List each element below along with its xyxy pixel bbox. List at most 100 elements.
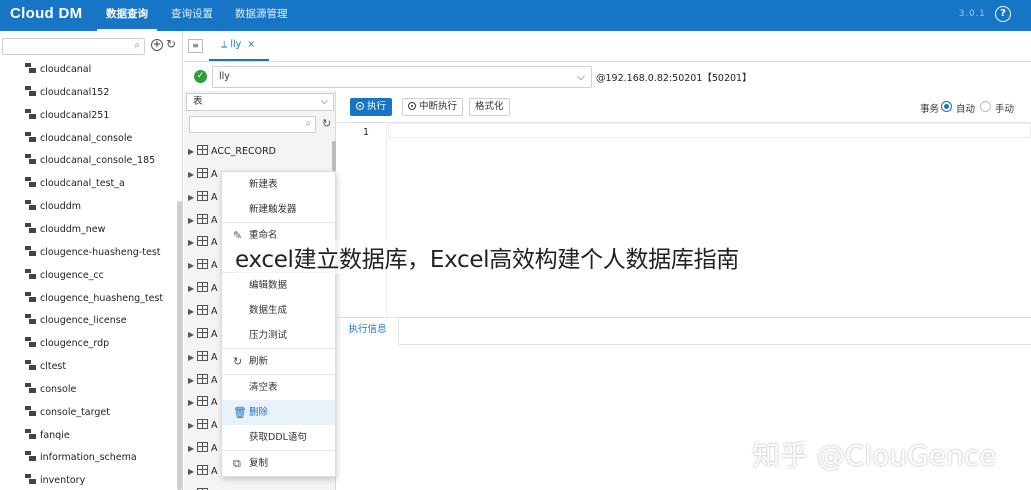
auto-commit-radio[interactable] [941, 101, 952, 112]
menu-item-generate-data[interactable]: 数据生成 [222, 298, 335, 323]
table-icon [197, 350, 208, 361]
tab-close-icon[interactable]: × [247, 39, 255, 50]
expand-arrow-icon[interactable]: ▶ [188, 144, 197, 160]
database-item[interactable]: inventory [25, 473, 85, 489]
table-name: A [211, 465, 218, 477]
database-item[interactable]: clouddm [25, 199, 81, 215]
menu-item-get-ddl[interactable]: 获取DDL语句 [222, 425, 335, 450]
database-item[interactable]: console [25, 382, 76, 398]
expand-arrow-icon[interactable]: ▶ [188, 281, 197, 297]
expand-arrow-icon[interactable]: ▶ [188, 258, 197, 274]
table-row[interactable]: ▶A [188, 327, 218, 343]
expand-arrow-icon[interactable]: ▶ [188, 235, 197, 251]
database-item[interactable]: cloudcanal152 [25, 85, 109, 101]
object-scrollbar[interactable] [332, 141, 336, 171]
refresh-icon[interactable]: ↻ [166, 37, 176, 51]
table-row[interactable]: ▶A [188, 304, 218, 320]
object-type-select[interactable]: 表 ⌵ [186, 93, 334, 111]
tab-label: lly [230, 39, 242, 50]
database-icon [25, 314, 36, 325]
table-row[interactable]: ▶A [188, 464, 218, 480]
app-logo[interactable]: Cloud DM [10, 5, 82, 22]
menu-item-copy[interactable]: ⧉ 复制 [222, 451, 335, 476]
menu-item-edit-data[interactable]: 编辑数据 [222, 273, 335, 298]
interrupt-label: 中断执行 [419, 101, 458, 112]
table-icon [197, 304, 208, 315]
database-item[interactable]: fanqie [25, 428, 70, 444]
menu-item-stress-test[interactable]: 压力测试 [222, 323, 335, 348]
database-name: clouddm_new [40, 223, 106, 235]
database-search-input[interactable]: ⌕ [2, 38, 145, 55]
expand-arrow-icon[interactable]: ▶ [188, 418, 197, 434]
add-datasource-icon[interactable]: + [151, 39, 163, 51]
expand-arrow-icon[interactable]: ▶ [188, 464, 197, 480]
database-item[interactable]: clougence_license [25, 313, 127, 329]
table-row[interactable]: ▶A [188, 235, 218, 251]
database-icon [25, 63, 36, 73]
table-row[interactable]: ▶A [188, 281, 218, 297]
table-row[interactable]: ▶A [188, 258, 218, 274]
menu-item-new-trigger[interactable]: 新建触发器 [222, 197, 335, 222]
table-icon [197, 442, 208, 453]
expand-arrow-icon[interactable]: ▶ [188, 304, 197, 320]
menu-item-truncate-table[interactable]: 清空表 [222, 375, 335, 400]
table-name: A [211, 168, 218, 180]
nav-data-query[interactable]: 数据查询 [97, 0, 157, 31]
table-row[interactable]: ▶A [188, 418, 218, 434]
database-name: cloudcanal_test_a [40, 178, 125, 190]
database-item[interactable]: cltest [25, 359, 66, 375]
database-select[interactable]: lly ⌵ [212, 66, 592, 88]
expand-arrow-icon[interactable]: ▶ [188, 395, 197, 411]
expand-arrow-icon[interactable]: ▶ [188, 327, 197, 343]
expand-arrow-icon[interactable]: ▶ [188, 373, 197, 389]
help-icon[interactable]: ? [995, 6, 1011, 22]
table-row[interactable]: ▶A [188, 395, 218, 411]
expand-arrow-icon[interactable]: ▶ [188, 167, 197, 183]
nav-datasource-management[interactable]: 数据源管理 [235, 0, 288, 31]
expand-arrow-icon[interactable]: ▶ [188, 190, 197, 206]
database-item[interactable]: clougence_cc [25, 268, 104, 284]
database-item[interactable]: cloudcanal_test_a [25, 176, 125, 192]
table-row[interactable]: ▶A [188, 167, 218, 183]
table-row[interactable]: ▶A [188, 213, 218, 229]
table-row[interactable]: ▶ ACC_RECORD [188, 144, 276, 160]
expand-arrow-icon[interactable]: ▶ [188, 350, 197, 366]
menu-item-label: 删除 [249, 407, 269, 418]
database-item[interactable]: clouddm_new [25, 222, 105, 238]
database-item[interactable]: clougence-huasheng-test [25, 245, 161, 261]
database-item[interactable]: information_schema [25, 450, 137, 466]
table-name: A [211, 305, 218, 317]
collapse-panel-icon[interactable]: ≡ [188, 39, 203, 53]
execute-button[interactable]: 执行 [350, 98, 393, 116]
database-item[interactable]: clougence_huasheng_test [25, 291, 163, 307]
table-row[interactable]: ▶A [188, 350, 218, 366]
refresh-icon[interactable]: ↻ [322, 117, 331, 130]
menu-item-delete[interactable]: 🗑 删除 [222, 400, 335, 425]
left-scrollbar[interactable] [177, 201, 182, 490]
menu-item-refresh[interactable]: ↻ 刷新 [222, 349, 335, 374]
format-button[interactable]: 格式化 [469, 98, 510, 116]
database-item[interactable]: cloudcanal [25, 62, 91, 78]
table-row[interactable]: ▶A [188, 441, 218, 457]
table-row[interactable]: ▶A [188, 373, 218, 389]
menu-item-new-table[interactable]: 新建表 [222, 172, 335, 197]
table-icon [197, 213, 208, 224]
manual-commit-radio[interactable] [980, 101, 991, 112]
current-line[interactable] [388, 123, 1031, 138]
table-row[interactable]: ▶A [188, 190, 218, 206]
menu-item-label: 获取DDL语句 [249, 432, 307, 443]
tab-execution-info[interactable]: 执行信息 [337, 318, 399, 344]
database-item[interactable]: cloudcanal_console_185 [25, 153, 155, 169]
expand-arrow-icon[interactable]: ▶ [188, 441, 197, 457]
database-item[interactable]: cloudcanal_console [25, 131, 132, 147]
nav-query-settings[interactable]: 查询设置 [171, 0, 213, 31]
sql-editor[interactable]: 1 [337, 123, 1031, 317]
interrupt-button[interactable]: 中断执行 [402, 98, 464, 116]
table-search-input[interactable]: ⌕ [189, 116, 316, 133]
search-icon: ⌕ [134, 40, 140, 51]
database-item[interactable]: clougence_rdp [25, 336, 109, 352]
database-item[interactable]: cloudcanal251 [25, 108, 109, 124]
database-item[interactable]: console_target [25, 405, 110, 421]
tab-query-lly[interactable]: ⟂ lly × [209, 31, 269, 61]
expand-arrow-icon[interactable]: ▶ [188, 213, 197, 229]
